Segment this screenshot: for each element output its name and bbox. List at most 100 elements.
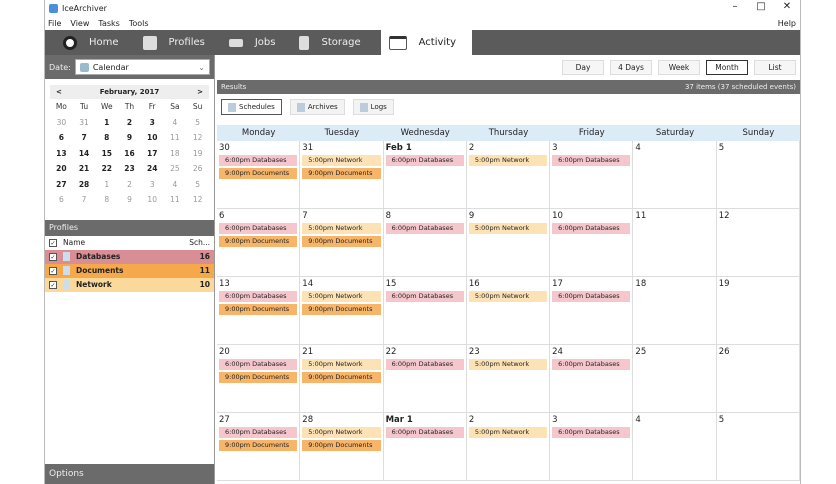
event-item[interactable]: 6:00pm Databases [385,223,464,234]
tab-jobs[interactable]: Jobs [221,30,292,55]
calendar-cell[interactable]: 10 6:00pm Databases [550,209,634,277]
calendar-cell[interactable]: 3 6:00pm Databases [550,141,634,209]
event-item[interactable]: 9:00pm Documents [219,304,298,315]
profile-row[interactable]: ✓ Network 10 [45,277,214,292]
event-item[interactable]: 9:00pm Documents [302,236,381,247]
calendar-day[interactable]: 21 [73,161,96,177]
calendar-day[interactable]: 9 [118,130,141,146]
calendar-cell[interactable]: 12 [716,209,800,277]
event-item[interactable]: 5:00pm Network [302,359,381,370]
calendar-day[interactable]: 22 [95,161,118,177]
maximize-button[interactable]: □ [748,0,774,14]
view-list-button[interactable]: List [754,60,796,75]
event-item[interactable]: 6:00pm Databases [219,359,298,370]
event-item[interactable]: 9:00pm Documents [302,372,381,383]
calendar-cell[interactable]: Feb 1 6:00pm Databases [383,141,467,209]
calendar-cell[interactable]: 18 [633,277,717,345]
event-item[interactable]: 9:00pm Documents [219,236,298,247]
next-month-button[interactable]: > [197,88,203,96]
view-4-days-button[interactable]: 4 Days [610,60,652,75]
event-item[interactable]: 6:00pm Databases [219,223,298,234]
calendar-cell[interactable]: 7 5:00pm Network 9:00pm Documents [300,209,384,277]
calendar-day[interactable]: 27 [50,177,73,193]
calendar-day[interactable]: 2 [118,177,141,193]
menu-help[interactable]: Help [778,19,796,28]
calendar-day[interactable]: 24 [141,161,164,177]
calendar-day[interactable]: 4 [164,177,187,193]
tab-activity[interactable]: Activity [380,30,473,55]
calendar-cell[interactable]: 14 5:00pm Network 9:00pm Documents [300,277,384,345]
calendar-cell[interactable]: 24 6:00pm Databases [550,345,634,413]
calendar-day[interactable]: 8 [95,130,118,146]
calendar-day[interactable]: 26 [186,161,209,177]
calendar-cell[interactable]: Mar 1 6:00pm Databases [383,413,467,481]
event-item[interactable]: 5:00pm Network [302,155,381,166]
calendar-day[interactable]: 11 [164,192,187,208]
date-dropdown[interactable]: Calendar ⌄ [74,59,210,75]
event-item[interactable]: 6:00pm Databases [219,155,298,166]
event-item[interactable]: 9:00pm Documents [302,304,381,315]
menu-tasks[interactable]: Tasks [98,19,119,28]
event-item[interactable]: 9:00pm Documents [219,440,298,451]
event-item[interactable]: 9:00pm Documents [219,168,298,179]
calendar-day[interactable]: 19 [186,146,209,162]
close-button[interactable]: ✕ [774,0,800,14]
calendar-day[interactable]: 9 [118,192,141,208]
menu-file[interactable]: File [48,19,61,28]
calendar-cell[interactable]: 13 6:00pm Databases 9:00pm Documents [217,277,301,345]
event-item[interactable]: 6:00pm Databases [219,427,298,438]
calendar-day[interactable]: 15 [95,146,118,162]
calendar-day[interactable]: 12 [186,130,209,146]
calendar-cell[interactable]: 2 5:00pm Network [466,141,551,209]
profile-row[interactable]: ✓ Databases 16 [45,249,214,264]
event-item[interactable]: 6:00pm Databases [552,359,631,370]
minimize-button[interactable]: – [722,0,748,14]
calendar-cell[interactable]: 20 6:00pm Databases 9:00pm Documents [217,345,301,413]
calendar-cell[interactable]: 30 6:00pm Databases 9:00pm Documents [217,141,301,209]
event-item[interactable]: 5:00pm Network [468,427,548,438]
calendar-cell[interactable]: 27 6:00pm Databases 9:00pm Documents [217,413,301,481]
calendar-cell[interactable]: 28 5:00pm Network 9:00pm Documents [300,413,384,481]
calendar-day[interactable]: 4 [164,115,187,131]
calendar-day[interactable]: 12 [186,192,209,208]
event-item[interactable]: 5:00pm Network [468,291,548,302]
select-all-checkbox[interactable]: ✓ [49,238,57,247]
view-day-button[interactable]: Day [562,60,604,75]
calendar-day[interactable]: 28 [73,177,96,193]
calendar-cell[interactable]: 9 5:00pm Network [466,209,551,277]
logs-button[interactable]: Logs [352,99,394,115]
event-item[interactable]: 6:00pm Databases [385,359,464,370]
calendar-day[interactable]: 10 [141,192,164,208]
calendar-cell[interactable]: 5 [716,413,800,481]
calendar-cell[interactable]: 6 6:00pm Databases 9:00pm Documents [217,209,301,277]
calendar-day[interactable]: 30 [50,115,73,131]
calendar-day[interactable]: 1 [95,115,118,131]
calendar-cell[interactable]: 2 5:00pm Network [466,413,551,481]
event-item[interactable]: 9:00pm Documents [219,372,298,383]
calendar-day[interactable]: 6 [50,130,73,146]
calendar-cell[interactable]: 4 [633,141,717,209]
calendar-day[interactable]: 11 [164,130,187,146]
event-item[interactable]: 6:00pm Databases [385,155,464,166]
profile-checkbox[interactable]: ✓ [49,252,57,261]
event-item[interactable]: 6:00pm Databases [552,223,631,234]
calendar-cell[interactable]: 5 [716,141,800,209]
calendar-day[interactable]: 7 [73,130,96,146]
calendar-cell[interactable]: 31 5:00pm Network 9:00pm Documents [300,141,384,209]
tab-home[interactable]: Home [55,30,135,55]
archives-button[interactable]: Archives [289,99,345,115]
event-item[interactable]: 6:00pm Databases [552,291,631,302]
options-panel-header[interactable]: Options [45,464,214,484]
tab-storage[interactable]: Storage [291,30,376,55]
event-item[interactable]: 5:00pm Network [468,223,548,234]
calendar-cell[interactable]: 23 5:00pm Network [466,345,551,413]
event-item[interactable]: 6:00pm Databases [219,291,298,302]
calendar-cell[interactable]: 4 [633,413,717,481]
profile-row[interactable]: ✓ Documents 11 [45,263,214,278]
calendar-day[interactable]: 7 [73,192,96,208]
calendar-day[interactable]: 1 [95,177,118,193]
calendar-day[interactable]: 20 [50,161,73,177]
calendar-cell[interactable]: 16 5:00pm Network [466,277,551,345]
event-item[interactable]: 5:00pm Network [302,223,381,234]
calendar-cell[interactable]: 8 6:00pm Databases [383,209,467,277]
